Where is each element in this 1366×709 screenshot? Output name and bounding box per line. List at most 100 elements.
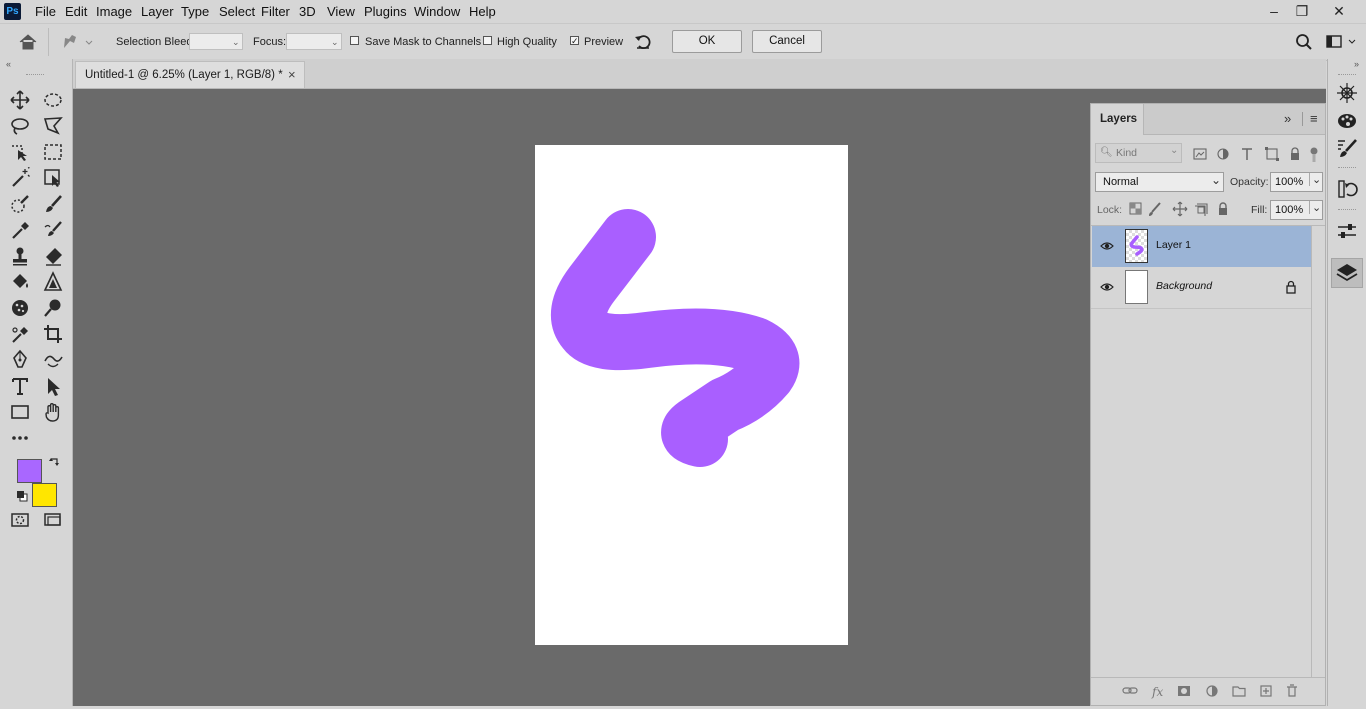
polygonal-lasso-tool-icon[interactable] (42, 115, 64, 137)
home-icon[interactable] (17, 32, 39, 52)
fill-label: Fill: (1251, 204, 1268, 216)
minimize-button[interactable]: – (1261, 0, 1287, 22)
object-selection-tool-icon[interactable] (9, 141, 31, 163)
artboard-tool-icon[interactable] (42, 167, 64, 189)
eraser-tool-icon[interactable] (42, 245, 64, 267)
scrollbar-track[interactable] (1311, 226, 1312, 677)
quick-mask-icon[interactable] (9, 509, 31, 531)
layers-panel-header: Layers » ≡ (1091, 104, 1325, 135)
clone-brush-tool-icon[interactable] (42, 219, 64, 241)
rectangle-tool-icon[interactable] (9, 401, 31, 423)
blend-mode-select[interactable]: Normal ⌄ (1095, 172, 1224, 192)
divider (48, 28, 49, 56)
menu-layer[interactable]: Layer (141, 4, 174, 19)
menu-help[interactable]: Help (469, 4, 496, 19)
menu-type[interactable]: Type (181, 4, 209, 19)
search-icon: 🔍︎ (1100, 147, 1113, 158)
magic-wand-tool-icon[interactable] (9, 166, 31, 189)
crop-tool-icon[interactable] (42, 323, 64, 345)
reset-icon[interactable] (633, 32, 653, 52)
panel-menu-icon[interactable]: ≡ (1310, 111, 1318, 126)
hand-tool-icon[interactable] (42, 401, 64, 423)
brush-tool-icon[interactable] (42, 193, 64, 215)
layer-row-background[interactable]: Background (1092, 267, 1311, 308)
divider (1091, 308, 1311, 309)
menu-plugins[interactable]: Plugins (364, 4, 407, 19)
layers-panel: Layers » ≡ 🔍︎ Kind ⌄ Normal ⌄ Opacity: 1… (1090, 103, 1326, 706)
lock-options[interactable] (1127, 201, 1229, 217)
brush-settings-icon[interactable] (1335, 136, 1359, 160)
spot-healing-brush-tool-icon[interactable] (9, 193, 31, 215)
document-canvas[interactable] (535, 145, 848, 645)
menu-3d[interactable]: 3D (299, 4, 316, 19)
opacity-field[interactable]: 100% ⌄ (1270, 172, 1323, 192)
color-palette-icon[interactable] (1335, 109, 1359, 133)
menu-view[interactable]: View (327, 4, 355, 19)
elliptical-marquee-tool-icon[interactable] (42, 89, 64, 111)
clone-stamp-tool-icon[interactable] (9, 245, 31, 267)
swap-colors-icon[interactable] (48, 457, 60, 469)
pen-tool-icon[interactable] (9, 349, 31, 371)
collapse-chevron-icon[interactable]: » (1284, 111, 1291, 126)
save-mask-checkbox[interactable] (350, 36, 359, 45)
path-selection-tool-icon[interactable] (42, 375, 64, 397)
collapse-panel-icon[interactable]: « (6, 59, 11, 69)
type-tool-icon[interactable] (9, 375, 31, 397)
preview-checkbox[interactable]: ✓ (570, 36, 579, 46)
foreground-color-swatch[interactable] (17, 459, 42, 483)
eyedropper-tool-icon[interactable] (9, 219, 31, 241)
right-panel-dock: » (1327, 59, 1366, 706)
history-icon[interactable] (1335, 177, 1359, 201)
menu-filter[interactable]: Filter (261, 4, 290, 19)
color-sampler-tool-icon[interactable] (9, 323, 31, 345)
layers-panel-toggle[interactable] (1331, 258, 1363, 288)
dodge-tool-icon[interactable] (42, 297, 64, 319)
high-quality-checkbox[interactable] (483, 36, 492, 45)
paint-bucket-tool-icon[interactable] (9, 271, 31, 293)
adjustments-icon[interactable] (1335, 219, 1359, 243)
cancel-button[interactable]: Cancel (752, 30, 822, 53)
freeform-pen-tool-icon[interactable] (42, 349, 64, 371)
rectangular-marquee-tool-icon[interactable] (42, 141, 64, 163)
restore-button[interactable]: ❐ (1289, 0, 1315, 22)
visibility-eye-icon[interactable] (1100, 280, 1114, 294)
menu-edit[interactable]: Edit (65, 4, 87, 19)
chevron-down-icon[interactable]: ⌄ (1309, 201, 1321, 214)
screen-mode-icon[interactable] (42, 509, 64, 531)
menu-window[interactable]: Window (414, 4, 460, 19)
expand-panels-icon[interactable]: » (1354, 59, 1359, 69)
lasso-tool-icon[interactable] (9, 115, 31, 137)
tools-panel: « (0, 59, 73, 706)
visibility-eye-icon[interactable] (1100, 239, 1114, 253)
search-icon[interactable] (1295, 33, 1313, 51)
menu-image[interactable]: Image (96, 4, 132, 19)
layer-row-layer-1[interactable]: Layer 1 (1092, 226, 1311, 267)
background-color-swatch[interactable] (32, 483, 57, 507)
opacity-label: Opacity: (1230, 176, 1269, 188)
refine-edge-brush-preset-icon[interactable] (60, 32, 94, 52)
opacity-value: 100% (1275, 176, 1304, 188)
kind-filter-dropdown[interactable]: 🔍︎ Kind ⌄ (1095, 143, 1182, 163)
menu-select[interactable]: Select (219, 4, 255, 19)
close-tab-icon[interactable]: × (288, 67, 296, 82)
panel-grip (1338, 209, 1356, 212)
menu-file[interactable]: File (35, 4, 56, 19)
photoshop-logo-icon: Ps (4, 3, 21, 20)
close-window-button[interactable]: ✕ (1326, 0, 1352, 22)
navigator-icon[interactable] (1335, 81, 1359, 105)
workspace-switcher-icon[interactable] (1326, 34, 1356, 50)
sponge-tool-icon[interactable] (9, 297, 31, 319)
fill-field[interactable]: 100% ⌄ (1270, 200, 1323, 220)
ok-button[interactable]: OK (672, 30, 742, 53)
filter-icons (1191, 146, 1321, 162)
tab-layers[interactable]: Layers (1091, 104, 1144, 135)
lock-icon[interactable] (1285, 280, 1297, 294)
move-tool-icon[interactable] (9, 89, 31, 111)
blur-tool-icon[interactable] (42, 271, 64, 293)
panel-grip (26, 74, 44, 77)
lock-label: Lock: (1097, 204, 1123, 216)
default-colors-icon[interactable] (16, 490, 28, 502)
chevron-down-icon[interactable]: ⌄ (1309, 173, 1321, 186)
more-tools-icon[interactable] (9, 427, 31, 449)
document-tab[interactable]: Untitled-1 @ 6.25% (Layer 1, RGB/8) * × (75, 61, 305, 88)
